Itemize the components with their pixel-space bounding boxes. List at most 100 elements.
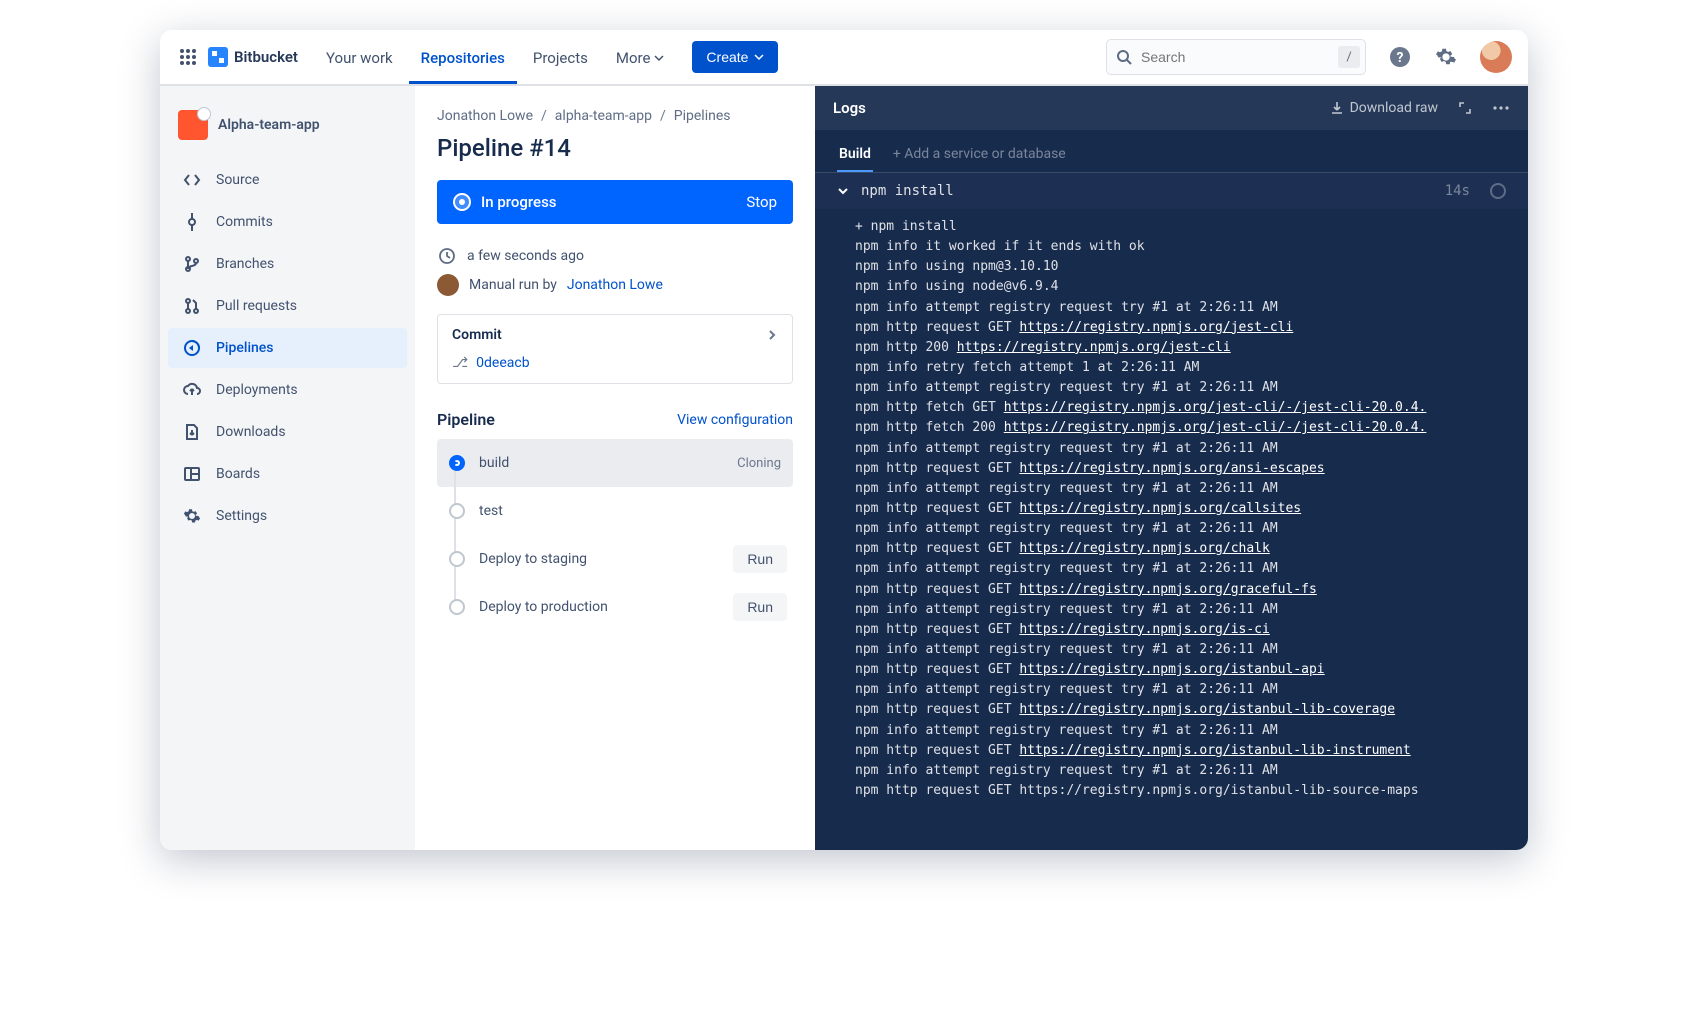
log-link[interactable]: https://registry.npmjs.org/istanbul-api	[1019, 662, 1324, 677]
create-button[interactable]: Create	[692, 41, 778, 73]
gear-icon	[182, 506, 202, 526]
pipeline-status-banner: In progress Stop	[437, 180, 793, 224]
crumb-repo[interactable]: alpha-team-app	[555, 108, 652, 124]
more-actions-button[interactable]	[1492, 101, 1510, 115]
log-link[interactable]: https://registry.npmjs.org/jest-cli/-/je…	[1004, 400, 1427, 415]
log-line: npm info retry fetch attempt 1 at 2:26:1…	[815, 358, 1528, 378]
page-title: Pipeline #14	[437, 134, 793, 162]
repo-avatar-icon	[178, 110, 208, 140]
pipeline-stage[interactable]: test	[437, 487, 793, 535]
sidebar-item-pipelines[interactable]: Pipelines	[168, 328, 407, 368]
log-link[interactable]: https://registry.npmjs.org/jest-cli	[957, 340, 1231, 355]
commit-section-toggle[interactable]: Commit	[438, 315, 792, 355]
crumb-page[interactable]: Pipelines	[674, 108, 731, 124]
nav-more[interactable]: More	[604, 31, 677, 84]
commit-hash[interactable]: 0deeacb	[476, 355, 529, 371]
stage-status-icon	[449, 455, 465, 471]
logs-tab-build[interactable]: Build	[837, 138, 873, 172]
run-by-user[interactable]: Jonathon Lowe	[567, 277, 663, 293]
chevron-down-icon	[837, 185, 849, 197]
log-line: npm http fetch GET https://registry.npmj…	[815, 398, 1528, 418]
log-line: + npm install	[815, 217, 1528, 237]
pipeline-stage[interactable]: buildCloning	[437, 439, 793, 487]
log-line: npm http request GET https://registry.np…	[815, 580, 1528, 600]
nav-repositories[interactable]: Repositories	[409, 31, 517, 84]
log-line: npm http request GET https://registry.np…	[815, 781, 1528, 801]
stage-label: test	[479, 503, 503, 519]
svg-text:?: ?	[1397, 50, 1404, 66]
run-stage-button[interactable]: Run	[733, 545, 787, 573]
log-link[interactable]: https://registry.npmjs.org/istanbul-lib-…	[1019, 702, 1395, 717]
sidebar-item-label: Settings	[216, 508, 267, 524]
log-line: npm http 200 https://registry.npmjs.org/…	[815, 338, 1528, 358]
repo-header[interactable]: Alpha-team-app	[168, 102, 407, 148]
breadcrumb: Jonathon Lowe / alpha-team-app / Pipelin…	[437, 108, 793, 124]
sidebar-item-label: Deployments	[216, 382, 298, 398]
log-link[interactable]: https://registry.npmjs.org/jest-cli/-/je…	[1004, 420, 1427, 435]
breadcrumb-separator: /	[541, 108, 547, 124]
nav-more-label: More	[616, 49, 651, 67]
status-label: In progress	[481, 193, 557, 211]
pipeline-stage[interactable]: Deploy to stagingRun	[437, 535, 793, 583]
nav-projects[interactable]: Projects	[521, 31, 600, 84]
settings-icon[interactable]	[1434, 45, 1458, 69]
search-shortcut-badge: /	[1338, 46, 1360, 68]
app-switcher-icon[interactable]	[176, 45, 200, 69]
product-logo[interactable]: Bitbucket	[208, 47, 298, 67]
download-raw-label: Download raw	[1350, 100, 1438, 116]
expand-button[interactable]	[1458, 101, 1472, 115]
log-line: npm info attempt registry request try #1…	[815, 680, 1528, 700]
search-input[interactable]	[1106, 39, 1366, 75]
log-line: npm info using npm@3.10.10	[815, 257, 1528, 277]
view-configuration-link[interactable]: View configuration	[677, 412, 793, 428]
pipelines-icon	[182, 338, 202, 358]
sidebar-item-label: Source	[216, 172, 259, 188]
sidebar-item-pull-requests[interactable]: Pull requests	[168, 286, 407, 326]
sidebar-item-branches[interactable]: Branches	[168, 244, 407, 284]
sidebar-item-source[interactable]: Source	[168, 160, 407, 200]
run-stage-button[interactable]: Run	[733, 593, 787, 621]
log-line: npm info attempt registry request try #1…	[815, 559, 1528, 579]
log-line: npm http request GET https://registry.np…	[815, 318, 1528, 338]
stage-status: Cloning	[737, 456, 781, 471]
log-link[interactable]: https://registry.npmjs.org/graceful-fs	[1019, 582, 1316, 597]
sidebar-item-boards[interactable]: Boards	[168, 454, 407, 494]
run-by-avatar	[437, 274, 459, 296]
sidebar-item-label: Pull requests	[216, 298, 297, 314]
sidebar-item-downloads[interactable]: Downloads	[168, 412, 407, 452]
log-line: npm info attempt registry request try #1…	[815, 600, 1528, 620]
branch-icon	[182, 254, 202, 274]
product-name: Bitbucket	[234, 48, 298, 66]
log-step-duration: 14s	[1445, 183, 1470, 199]
commit-heading: Commit	[452, 327, 502, 343]
log-output[interactable]: + npm installnpm info it worked if it en…	[815, 209, 1528, 850]
top-nav: Bitbucket Your work Repositories Project…	[160, 30, 1528, 86]
download-raw-button[interactable]: Download raw	[1330, 100, 1438, 116]
sidebar-item-deployments[interactable]: Deployments	[168, 370, 407, 410]
stage-status-icon	[449, 551, 465, 567]
download-icon	[182, 422, 202, 442]
log-line: npm http request GET https://registry.np…	[815, 741, 1528, 761]
sidebar-item-label: Commits	[216, 214, 273, 230]
board-icon	[182, 464, 202, 484]
log-link[interactable]: https://registry.npmjs.org/ansi-escapes	[1019, 461, 1324, 476]
crumb-owner[interactable]: Jonathon Lowe	[437, 108, 533, 124]
sidebar-item-settings[interactable]: Settings	[168, 496, 407, 536]
log-link[interactable]: https://registry.npmjs.org/callsites	[1019, 501, 1301, 516]
user-avatar[interactable]	[1480, 41, 1512, 73]
log-link[interactable]: https://registry.npmjs.org/is-ci	[1019, 622, 1269, 637]
logs-tab-add-service[interactable]: + Add a service or database	[891, 138, 1068, 172]
log-link[interactable]: https://registry.npmjs.org/chalk	[1019, 541, 1269, 556]
sidebar-item-commits[interactable]: Commits	[168, 202, 407, 242]
log-line: npm info attempt registry request try #1…	[815, 761, 1528, 781]
pipeline-stage[interactable]: Deploy to productionRun	[437, 583, 793, 631]
log-line: npm info attempt registry request try #1…	[815, 298, 1528, 318]
log-step-header[interactable]: npm install 14s	[815, 173, 1528, 209]
log-link[interactable]: https://registry.npmjs.org/jest-cli	[1019, 320, 1293, 335]
log-link[interactable]: https://registry.npmjs.org/istanbul-lib-…	[1019, 743, 1410, 758]
create-button-label: Create	[706, 49, 748, 65]
stop-button[interactable]: Stop	[746, 193, 777, 211]
help-icon[interactable]: ?	[1388, 45, 1412, 69]
log-line: npm info it worked if it ends with ok	[815, 237, 1528, 257]
nav-your-work[interactable]: Your work	[314, 31, 405, 84]
